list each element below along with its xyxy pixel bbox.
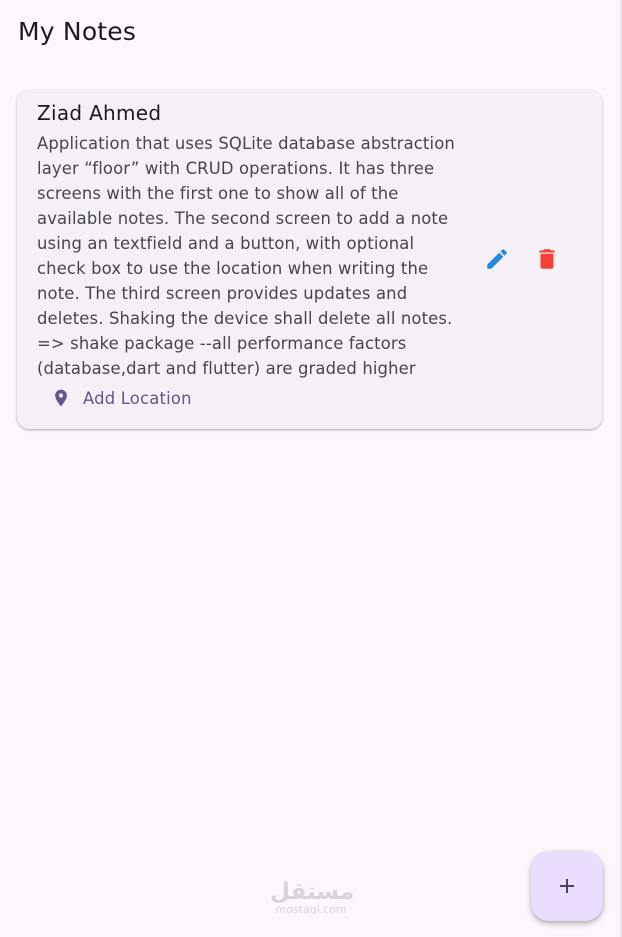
watermark: مستقل mostaql.com xyxy=(270,879,355,916)
note-body: Application that uses SQLite database ab… xyxy=(37,134,455,378)
watermark-logo: مستقل xyxy=(270,879,355,905)
note-card[interactable]: Ziad Ahmed Application that uses SQLite … xyxy=(17,90,602,429)
app-bar: My Notes xyxy=(0,0,622,70)
add-location-label: Add Location xyxy=(83,388,192,408)
delete-note-button[interactable] xyxy=(533,245,561,273)
note-title: Ziad Ahmed xyxy=(37,101,162,125)
trash-icon xyxy=(539,249,555,269)
page-title: My Notes xyxy=(18,17,137,46)
watermark-url: mostaql.com xyxy=(275,903,347,916)
location-pin-icon xyxy=(55,389,67,407)
add-location-button[interactable]: Add Location xyxy=(51,383,192,413)
plus-icon xyxy=(560,879,574,893)
add-note-fab[interactable] xyxy=(531,851,603,921)
pencil-icon xyxy=(487,249,507,269)
edit-note-button[interactable] xyxy=(483,245,511,273)
